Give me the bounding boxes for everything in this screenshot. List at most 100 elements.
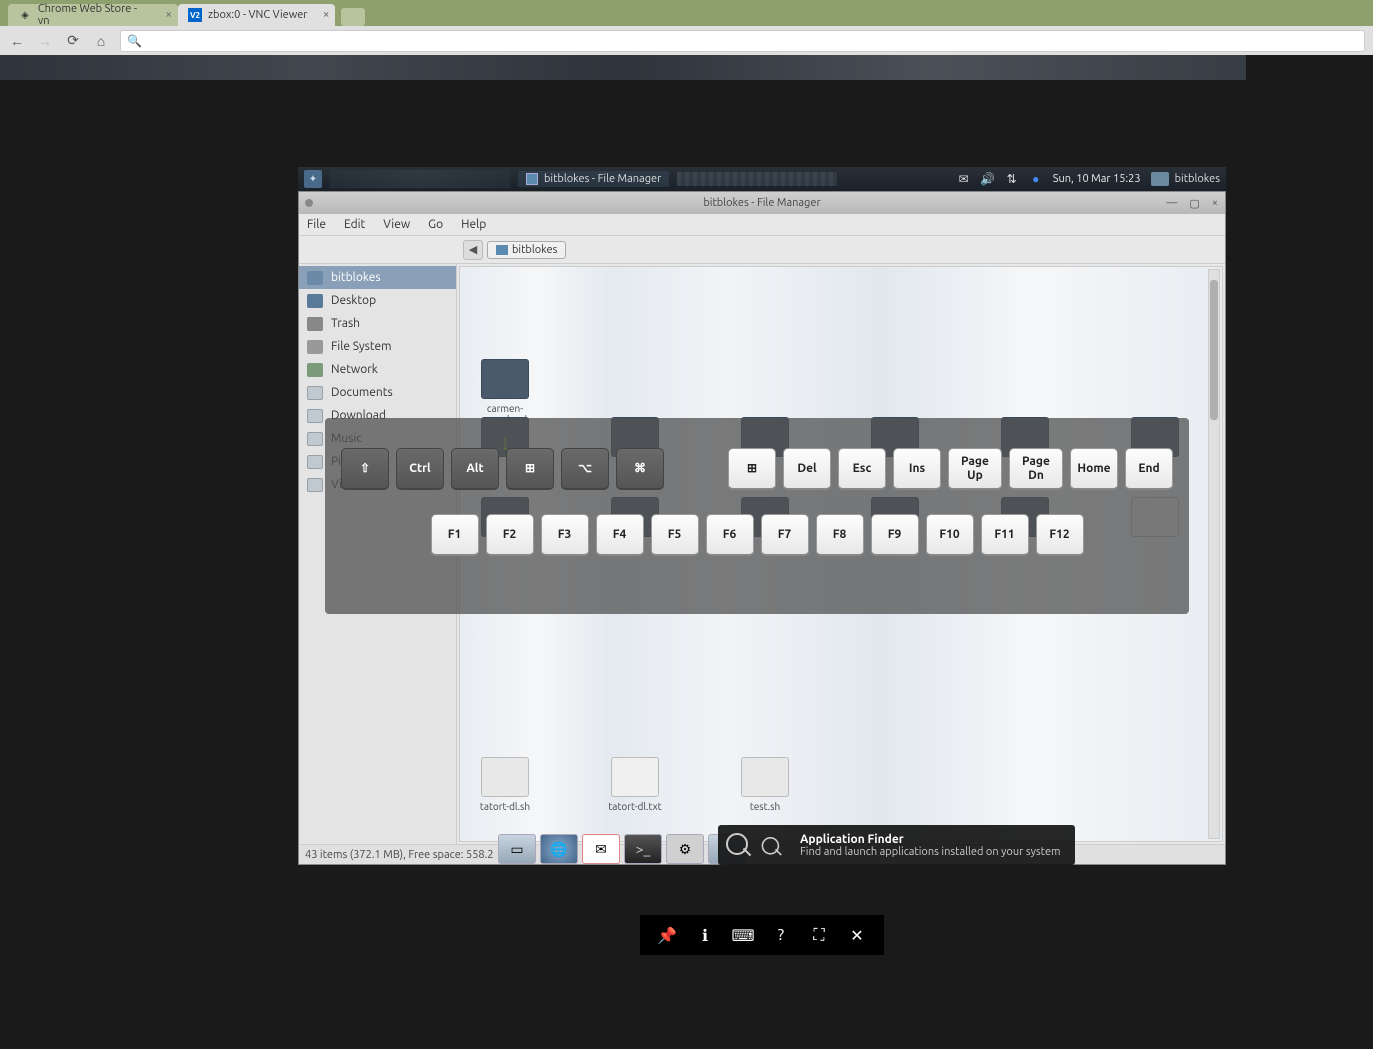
key-f2[interactable]: F2 (486, 514, 534, 556)
file-item[interactable]: test.sh (730, 757, 800, 812)
magnifier-icon (760, 835, 782, 857)
forward-button[interactable]: → (36, 32, 54, 50)
avatar-icon (1151, 172, 1169, 186)
key-cmd[interactable]: ⌘ (616, 448, 664, 490)
scrollbar-thumb[interactable] (1210, 280, 1218, 420)
notification-icon[interactable]: ● (1029, 172, 1043, 186)
clock[interactable]: Sun, 10 Mar 15:23 (1053, 173, 1141, 185)
menu-go[interactable]: Go (428, 218, 443, 231)
tooltip-description: Find and launch applications installed o… (800, 846, 1061, 858)
home-button[interactable]: ⌂ (92, 32, 110, 50)
key-end[interactable]: End (1125, 448, 1173, 490)
key-win2[interactable]: ⊞ (728, 448, 776, 490)
search-icon: 🔍 (127, 34, 142, 48)
key-f8[interactable]: F8 (816, 514, 864, 556)
key-alt[interactable]: Alt (451, 448, 499, 490)
network-icon[interactable]: ⇅ (1005, 172, 1019, 186)
mail-icon[interactable]: ✉ (957, 172, 971, 186)
key-f6[interactable]: F6 (706, 514, 754, 556)
file-item[interactable]: tatort-dl.txt (600, 757, 670, 812)
close-icon[interactable]: × (323, 8, 330, 21)
status-text: 43 items (372.1 MB), Free space: 558.2 (305, 849, 494, 861)
url-input[interactable]: 🔍 (120, 30, 1365, 52)
tab-vnc-viewer[interactable]: V2 zbox:0 - VNC Viewer × (178, 4, 335, 26)
close-button[interactable]: × (1209, 197, 1221, 210)
tooltip-title: Application Finder (800, 833, 1061, 846)
sidebar-item-desktop[interactable]: Desktop (299, 289, 456, 312)
back-button[interactable]: ← (8, 32, 26, 50)
dock-mail[interactable]: ✉ (582, 834, 620, 864)
menu-view[interactable]: View (383, 218, 410, 231)
volume-icon[interactable]: 🔊 (981, 172, 995, 186)
xfce-menu-button[interactable]: ✦ (304, 170, 322, 188)
sidebar-item-home[interactable]: bitblokes (299, 266, 456, 289)
key-f11[interactable]: F11 (981, 514, 1029, 556)
path-bar: ◀ bitblokes (299, 236, 1225, 264)
menu-file[interactable]: File (307, 218, 326, 231)
vnc-fullscreen-button[interactable]: ⛶ (807, 923, 831, 947)
home-icon (307, 271, 323, 285)
key-f5[interactable]: F5 (651, 514, 699, 556)
file-manager-icon (526, 173, 538, 185)
dock-settings[interactable]: ⚙ (666, 834, 704, 864)
key-del[interactable]: Del (783, 448, 831, 490)
path-back-button[interactable]: ◀ (463, 240, 483, 260)
tooltip: Application Finder Find and launch appli… (718, 825, 1075, 865)
sidebar-item-trash[interactable]: Trash (299, 312, 456, 335)
window-title: bitblokes - File Manager (703, 197, 820, 209)
minimize-button[interactable]: — (1163, 197, 1180, 210)
breadcrumb[interactable]: bitblokes (487, 241, 566, 259)
dock-terminal[interactable]: >_ (624, 834, 662, 864)
vnc-help-button[interactable]: ? (769, 923, 793, 947)
sidebar-item-network[interactable]: Network (299, 358, 456, 381)
new-tab-button[interactable] (341, 8, 365, 26)
close-icon[interactable]: × (165, 8, 172, 21)
window-menu-icon[interactable] (305, 199, 313, 207)
text-file-icon (611, 757, 659, 797)
key-win[interactable]: ⊞ (506, 448, 554, 490)
scrollbar[interactable] (1208, 269, 1220, 839)
xfce-dock: ▭ 🌐 ✉ >_ ⚙ 🔍 (498, 833, 746, 865)
window-titlebar[interactable]: bitblokes - File Manager — ▢ × (299, 192, 1225, 214)
maximize-button[interactable]: ▢ (1186, 197, 1202, 210)
key-shift[interactable]: ⇧ (341, 448, 389, 490)
key-ins[interactable]: Ins (893, 448, 941, 490)
tab-chrome-web-store[interactable]: ◈ Chrome Web Store - vn × (8, 4, 178, 26)
key-ctrl[interactable]: Ctrl (396, 448, 444, 490)
script-file-icon (741, 757, 789, 797)
folder-icon (481, 359, 529, 399)
vnc-keyboard-button[interactable]: ⌨ (731, 923, 755, 947)
key-pagedn[interactable]: Page Dn (1009, 448, 1063, 490)
key-esc[interactable]: Esc (838, 448, 886, 490)
dock-browser[interactable]: 🌐 (540, 834, 578, 864)
dock-show-desktop[interactable]: ▭ (498, 834, 536, 864)
key-pageup[interactable]: Page Up (948, 448, 1002, 490)
vnc-close-button[interactable]: ✕ (845, 923, 869, 947)
key-option[interactable]: ⌥ (561, 448, 609, 490)
sidebar-item-documents[interactable]: Documents (299, 381, 456, 404)
key-f7[interactable]: F7 (761, 514, 809, 556)
key-f9[interactable]: F9 (871, 514, 919, 556)
vnc-icon: V2 (188, 8, 202, 22)
key-home[interactable]: Home (1070, 448, 1118, 490)
vnc-info-button[interactable]: ℹ (693, 923, 717, 947)
menu-help[interactable]: Help (461, 218, 486, 231)
desktop-icon (307, 294, 323, 308)
file-item[interactable]: carmen-owncloud (470, 359, 540, 425)
system-tray: ✉ 🔊 ⇅ ● Sun, 10 Mar 15:23 bitblokes (957, 172, 1220, 186)
user-menu[interactable]: bitblokes (1151, 172, 1220, 186)
menu-edit[interactable]: Edit (344, 218, 365, 231)
key-f4[interactable]: F4 (596, 514, 644, 556)
reload-button[interactable]: ⟳ (64, 32, 82, 50)
taskbar-item-file-manager[interactable]: bitblokes - File Manager (518, 171, 669, 187)
tab-strip: ◈ Chrome Web Store - vn × V2 zbox:0 - VN… (0, 0, 1373, 26)
file-label: tatort-dl.txt (608, 801, 661, 812)
sidebar-item-filesystem[interactable]: File System (299, 335, 456, 358)
crumb-label: bitblokes (512, 244, 557, 256)
key-f10[interactable]: F10 (926, 514, 974, 556)
vnc-pin-button[interactable]: 📌 (655, 923, 679, 947)
key-f12[interactable]: F12 (1036, 514, 1084, 556)
key-f3[interactable]: F3 (541, 514, 589, 556)
file-item[interactable]: tatort-dl.sh (470, 757, 540, 812)
key-f1[interactable]: F1 (431, 514, 479, 556)
